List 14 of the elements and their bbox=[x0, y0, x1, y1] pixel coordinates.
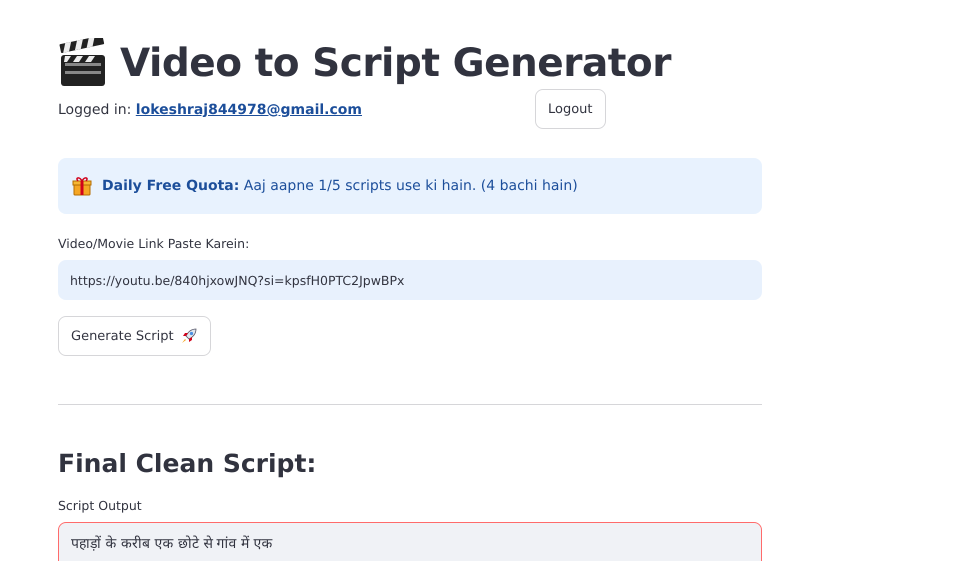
script-output-field[interactable]: पहाड़ों के करीब एक छोटे से गांव में एक bbox=[58, 522, 762, 561]
link-input-field[interactable]: https://youtu.be/840hjxowJNQ?si=kpsfH0PTC2JpwBPx bbox=[58, 260, 762, 300]
output-label: Script Output bbox=[58, 498, 143, 513]
login-label: Logged in: bbox=[58, 102, 132, 118]
section-heading: Final Clean Script: bbox=[58, 449, 318, 478]
generate-script-button[interactable]: Generate Script bbox=[58, 316, 211, 356]
logout-button[interactable]: Logout bbox=[535, 89, 606, 129]
rocket-icon bbox=[180, 327, 198, 345]
page-title: Video to Script Generator bbox=[120, 40, 671, 86]
clapperboard-icon bbox=[58, 38, 108, 88]
link-field-label: Video/Movie Link Paste Karein: bbox=[58, 236, 250, 251]
quota-notice: Daily Free Quota: Aaj aapne 1/5 scripts use ki hain. (4 bachi hain) bbox=[102, 178, 578, 194]
gift-icon bbox=[72, 176, 92, 196]
email-link[interactable]: lokeshraj844978@gmail.com bbox=[136, 102, 362, 118]
